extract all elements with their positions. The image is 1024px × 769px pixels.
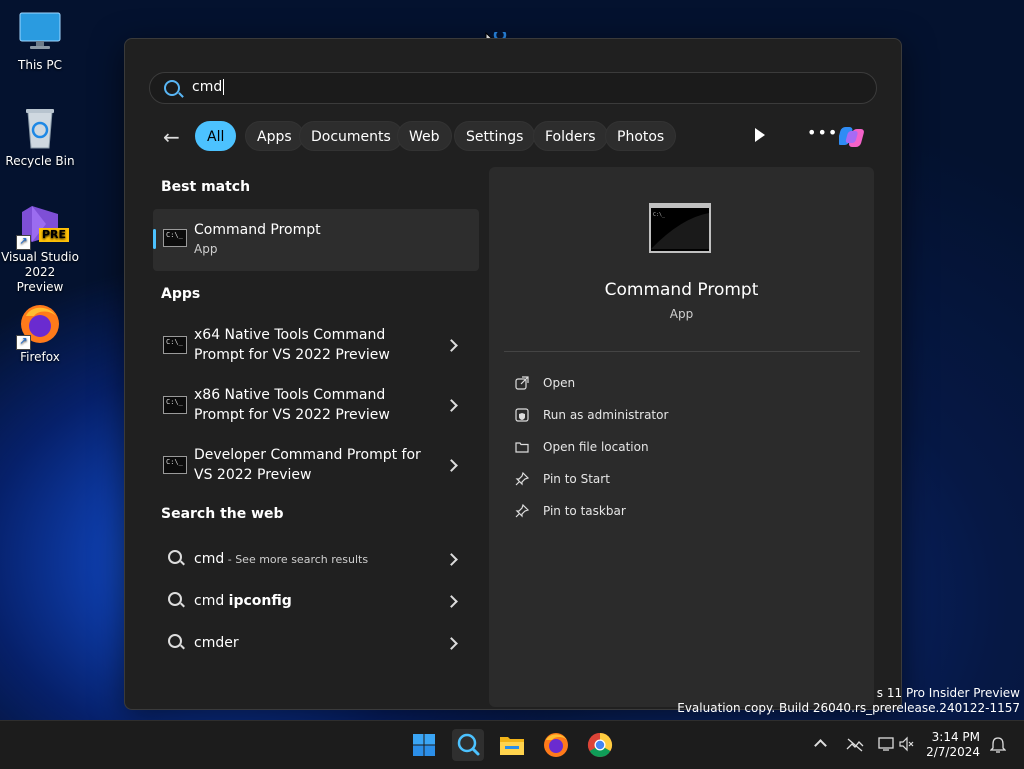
desktop-icon-label: Recycle Bin [5, 154, 75, 168]
shortcut-arrow-icon: ↗ [16, 335, 31, 350]
app-result-item[interactable]: C:\_ Developer Command Prompt for VS 202… [153, 441, 479, 491]
command-prompt-icon: C:\_ [163, 229, 187, 247]
app-result-item[interactable]: C:\_ x86 Native Tools Command Prompt for… [153, 381, 479, 431]
file-explorer-icon[interactable] [496, 729, 528, 761]
watermark-line1: s 11 Pro Insider Preview [876, 686, 1020, 700]
app-result-line2: Prompt for VS 2022 Preview [194, 347, 390, 363]
search-query: cmd [192, 79, 223, 95]
play-icon[interactable] [755, 128, 765, 142]
text-caret [223, 79, 225, 95]
search-web-heading: Search the web [161, 506, 284, 522]
folder-icon [515, 442, 529, 453]
selection-indicator [153, 229, 156, 249]
filter-apps[interactable]: Apps [245, 121, 304, 151]
app-result-line1: x86 Native Tools Command [194, 387, 386, 403]
system-tray: 3:14 PM 2/7/2024 [804, 721, 1024, 769]
web-result-term: cmder [194, 635, 239, 651]
filter-documents[interactable]: Documents [299, 121, 403, 151]
web-result-item[interactable]: cmder [153, 625, 479, 661]
desktop-icon-this-pc[interactable]: This PC [0, 10, 80, 72]
filter-photos[interactable]: Photos [605, 121, 677, 151]
app-result-line2: Prompt for VS 2022 Preview [194, 407, 390, 423]
app-result-line1: Developer Command Prompt for [194, 447, 421, 463]
pin-icon [515, 504, 529, 518]
detail-title: Command Prompt [604, 280, 759, 300]
filter-bar: ← All Apps Documents Web Settings Folder… [159, 121, 881, 153]
search-icon [164, 80, 180, 96]
best-match-subtitle: App [194, 242, 218, 256]
desktop-icon-firefox[interactable]: ↗ Firefox [0, 302, 80, 364]
web-result-term: cmd [194, 593, 229, 609]
divider [504, 351, 860, 352]
app-result-item[interactable]: C:\_ x64 Native Tools Command Prompt for… [153, 321, 479, 371]
filter-all[interactable]: All [195, 121, 237, 151]
watermark-line2: Evaluation copy. Build 26040.rs_prerelea… [677, 701, 1020, 715]
command-prompt-icon: C:\_ [163, 456, 187, 474]
command-prompt-icon: C:\_ [163, 396, 187, 414]
volume-muted-icon[interactable] [898, 736, 914, 756]
chevron-right-icon[interactable] [445, 459, 458, 472]
filter-web[interactable]: Web [397, 121, 452, 151]
firefox-icon: ↗ [16, 302, 62, 350]
command-prompt-large-icon: C:\_ [649, 203, 711, 253]
search-icon [168, 592, 182, 606]
taskbar: 3:14 PM 2/7/2024 [0, 720, 1024, 769]
app-result-line1: x64 Native Tools Command [194, 327, 386, 343]
pre-badge: PRE [39, 228, 70, 242]
chrome-icon[interactable] [584, 729, 616, 761]
recycle-bin-icon [18, 106, 62, 150]
firefox-icon[interactable] [540, 729, 572, 761]
filter-settings[interactable]: Settings [454, 121, 536, 151]
start-icon[interactable] [408, 729, 440, 761]
chevron-up-icon[interactable] [814, 739, 827, 752]
chevron-right-icon[interactable] [445, 595, 458, 608]
chevron-right-icon[interactable] [445, 339, 458, 352]
best-match-heading: Best match [161, 179, 251, 195]
more-options-icon[interactable]: ••• [807, 123, 838, 142]
chevron-right-icon[interactable] [445, 553, 458, 566]
web-result-suffix: - See more search results [224, 553, 369, 566]
monitor-icon [18, 10, 62, 54]
web-result-bold: ipconfig [228, 593, 292, 609]
clock[interactable]: 3:14 PM 2/7/2024 [926, 730, 980, 760]
shortcut-arrow-icon: ↗ [16, 235, 31, 250]
chevron-right-icon[interactable] [445, 399, 458, 412]
apps-heading: Apps [161, 286, 201, 302]
app-result-line2: VS 2022 Preview [194, 467, 312, 483]
shield-icon [515, 408, 529, 422]
pin-icon [515, 472, 529, 486]
search-icon [168, 634, 182, 648]
detail-subtitle: App [669, 307, 694, 321]
desktop-icon-label: Firefox [20, 350, 60, 364]
desktop-icon-label: This PC [18, 58, 62, 72]
open-external-icon [515, 376, 529, 390]
web-result-term: cmd [194, 551, 225, 567]
search-icon [168, 550, 182, 564]
notification-bell-icon[interactable] [989, 736, 1007, 758]
desktop-icon-visual-studio[interactable]: PRE ↗ Visual Studio 2022 Preview [0, 202, 80, 295]
back-arrow-icon[interactable]: ← [163, 127, 180, 147]
network-disconnected-icon[interactable] [846, 737, 864, 757]
desktop-icon-recycle-bin[interactable]: Recycle Bin [0, 106, 80, 168]
search-icon[interactable] [452, 729, 484, 761]
web-result-item[interactable]: cmd ipconfig [153, 583, 479, 619]
best-match-item[interactable]: C:\_ Command Prompt App [153, 209, 479, 271]
command-prompt-icon: C:\_ [163, 336, 187, 354]
search-panel: cmd ← All Apps Documents Web Settings Fo… [124, 38, 902, 710]
web-result-item[interactable]: cmd - See more search results [153, 541, 479, 577]
clock-date: 2/7/2024 [926, 745, 980, 759]
os-watermark: s 11 Pro Insider Preview Evaluation copy… [677, 686, 1020, 716]
desktop-icon-label: Visual Studio 2022 Preview [1, 250, 79, 294]
chevron-right-icon[interactable] [445, 637, 458, 650]
clock-time: 3:14 PM [931, 730, 980, 744]
svg-text:C:\_: C:\_ [653, 212, 666, 218]
detail-pane: C:\_ Command Prompt App Open Run as admi… [489, 167, 874, 707]
best-match-title: Command Prompt [194, 222, 321, 238]
display-icon[interactable] [878, 736, 896, 756]
search-input[interactable]: cmd [149, 72, 877, 104]
copilot-icon[interactable] [837, 121, 871, 153]
filter-folders[interactable]: Folders [533, 121, 608, 151]
visual-studio-icon: PRE ↗ [16, 202, 70, 250]
